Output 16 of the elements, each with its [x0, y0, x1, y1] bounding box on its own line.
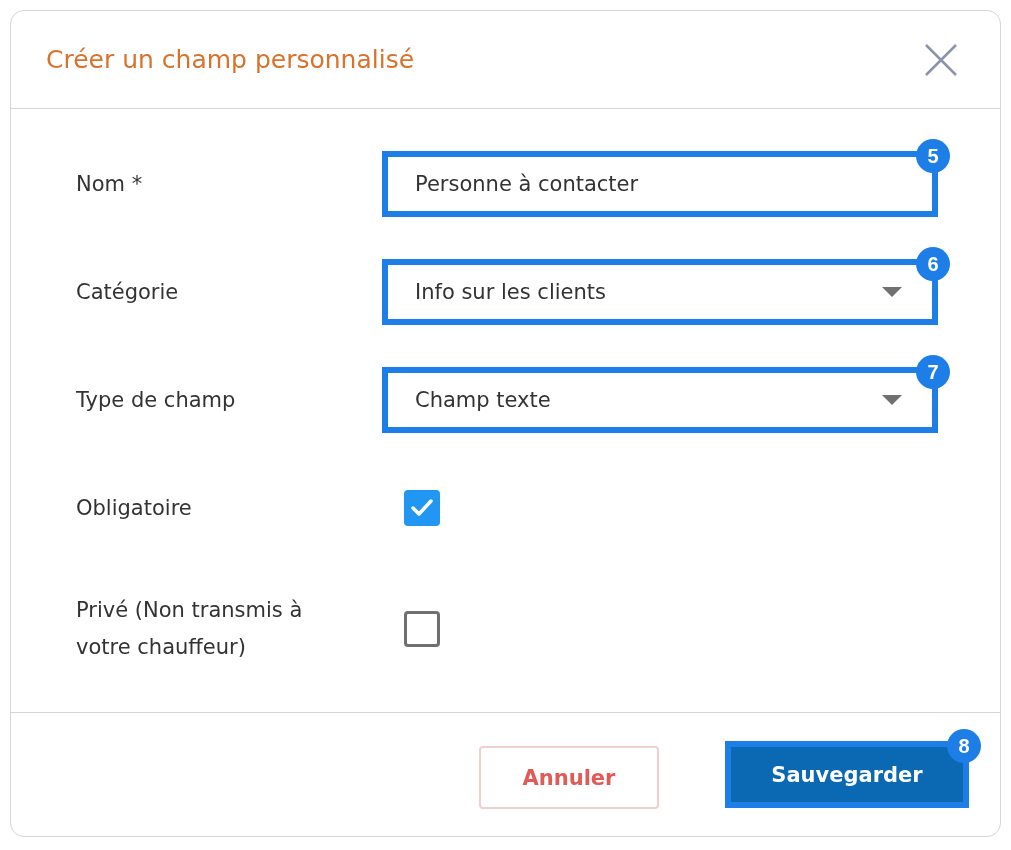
caret-icon	[882, 287, 902, 297]
checkbox[interactable]	[404, 490, 440, 526]
caret-icon	[882, 395, 902, 405]
field-label: Catégorie	[76, 278, 180, 306]
checkbox-label: Privé (Non transmis à votre chauffeur)	[76, 597, 304, 661]
dialog-title: Créer un champ personnalisé	[46, 45, 415, 74]
checkbox[interactable]	[404, 611, 440, 647]
checkbox-label: Obligatoire	[76, 494, 193, 522]
cancel-button[interactable]: Annuler	[479, 746, 659, 809]
close-icon[interactable]	[924, 42, 958, 77]
number-badge: 5	[916, 139, 950, 173]
number-badge: 6	[916, 247, 950, 281]
number-badge: 7	[916, 355, 950, 389]
field-label: Nom *	[76, 170, 144, 198]
field-label: Type de champ	[76, 386, 237, 414]
number-badge: 8	[947, 729, 981, 763]
